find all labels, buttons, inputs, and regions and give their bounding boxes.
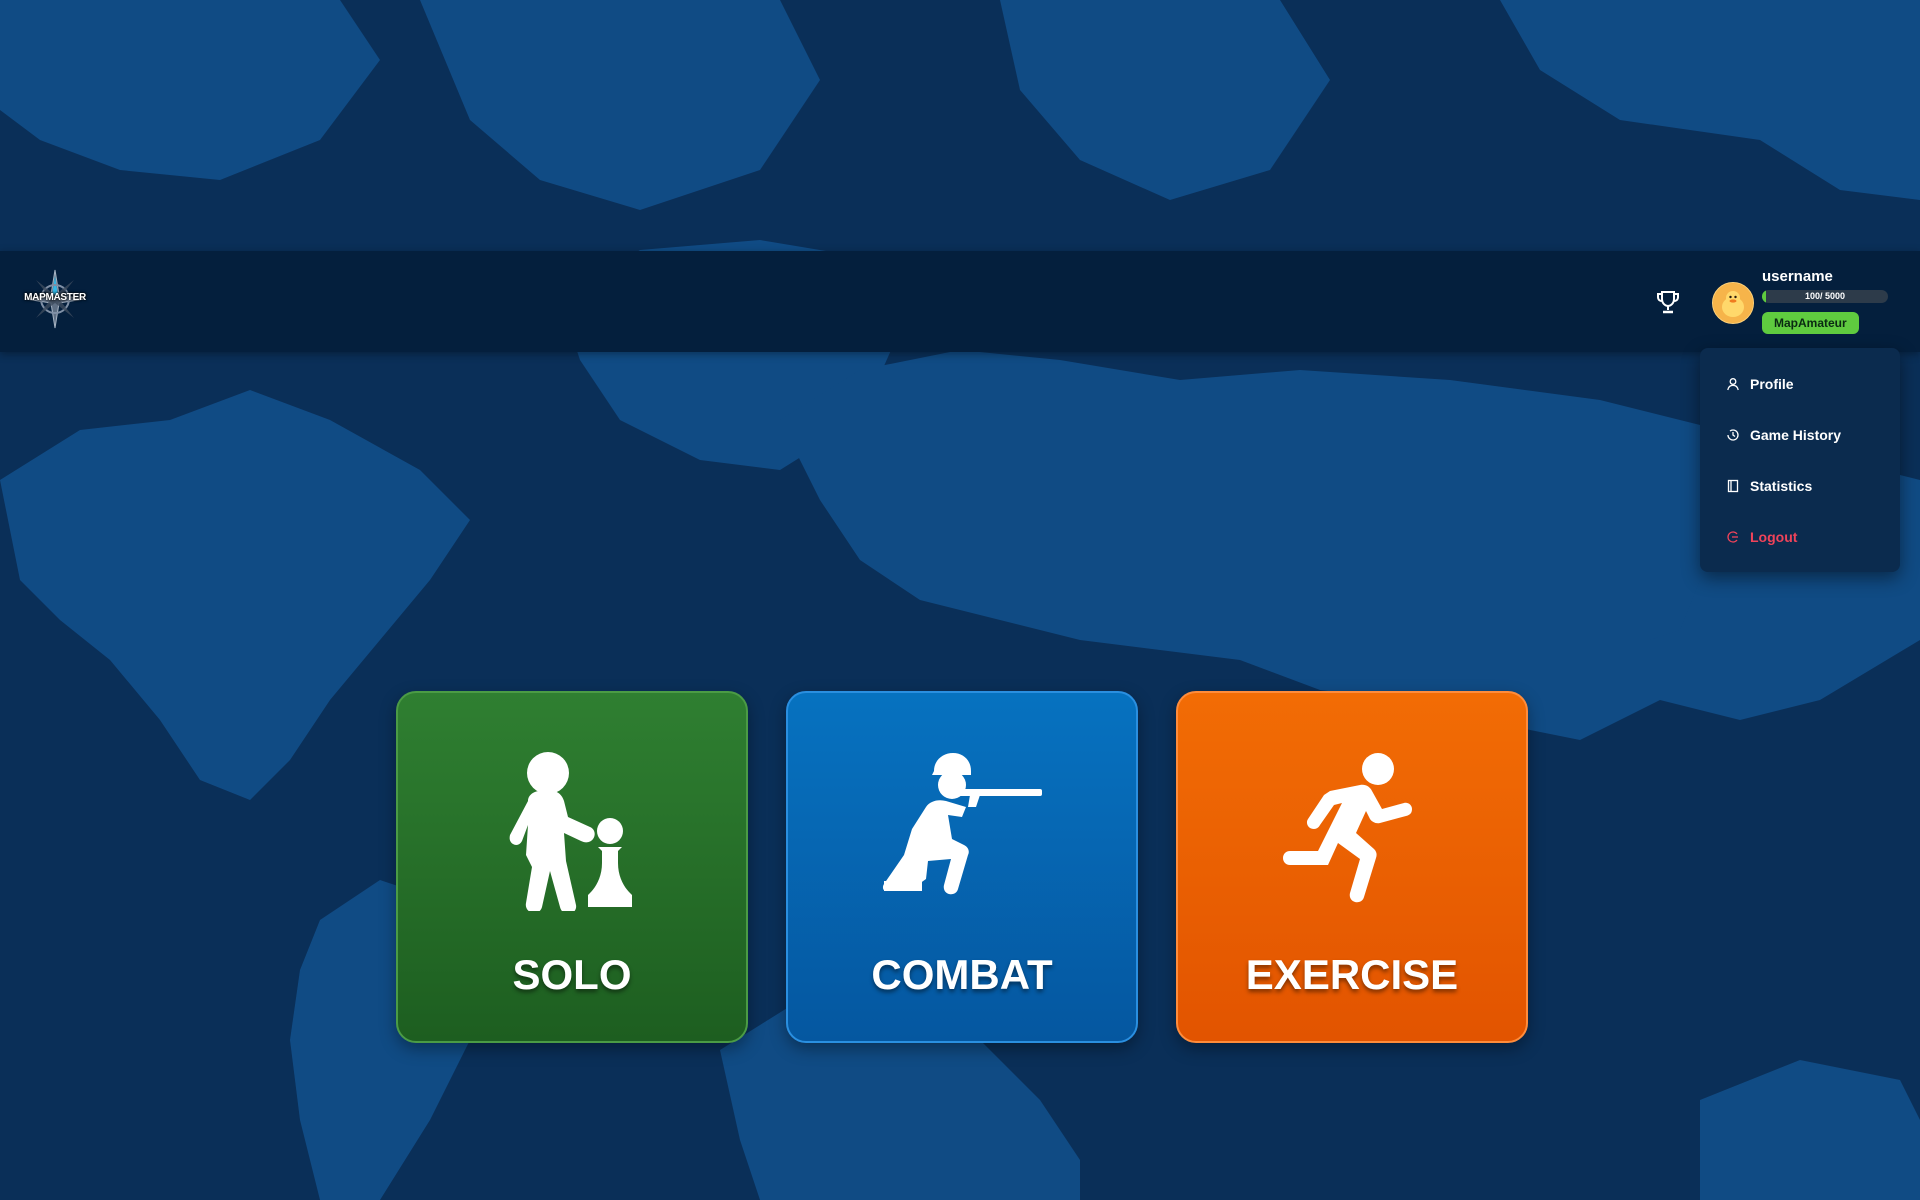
book-icon <box>1727 479 1739 493</box>
top-navigation-bar <box>0 251 1920 352</box>
duck-avatar-icon <box>1713 283 1753 323</box>
xp-progress-text: 100/ 5000 <box>1804 291 1846 301</box>
rank-badge: MapAmateur <box>1762 312 1859 334</box>
combat-label: COMBAT <box>871 951 1053 998</box>
solo-label: SOLO <box>512 951 632 998</box>
menu-item-label: Statistics <box>1750 478 1813 494</box>
solo-mode-button[interactable]: SOLO <box>396 691 748 1043</box>
user-icon <box>1727 378 1739 391</box>
logout-icon <box>1727 531 1738 543</box>
menu-item-logout[interactable]: Logout <box>1726 523 1886 551</box>
menu-item-label: Game History <box>1750 427 1842 443</box>
menu-item-game-history[interactable]: Game History <box>1726 421 1886 449</box>
mapmaster-logo[interactable]: MAPMASTER <box>24 268 86 330</box>
user-dropdown-menu: Profile Game History Statistics Logout <box>1700 348 1900 572</box>
menu-item-label: Profile <box>1750 376 1794 392</box>
avatar[interactable] <box>1712 282 1754 324</box>
menu-item-profile[interactable]: Profile <box>1726 370 1886 398</box>
combat-mode-button[interactable]: COMBAT <box>786 691 1138 1043</box>
trophy-icon[interactable] <box>1654 288 1682 316</box>
chess-teacher-icon <box>509 752 632 911</box>
soldier-rifle-icon <box>882 753 1042 895</box>
logo-text: MAPMASTER <box>24 292 86 303</box>
menu-item-label: Logout <box>1750 529 1798 545</box>
running-person-icon <box>1283 753 1412 903</box>
username-label: username <box>1762 268 1833 285</box>
xp-progress-bar: 100/ 5000 <box>1762 290 1888 303</box>
exercise-label: EXERCISE <box>1245 951 1459 998</box>
exercise-mode-button[interactable]: EXERCISE <box>1176 691 1528 1043</box>
menu-item-statistics[interactable]: Statistics <box>1726 472 1886 500</box>
history-icon <box>1727 429 1739 441</box>
